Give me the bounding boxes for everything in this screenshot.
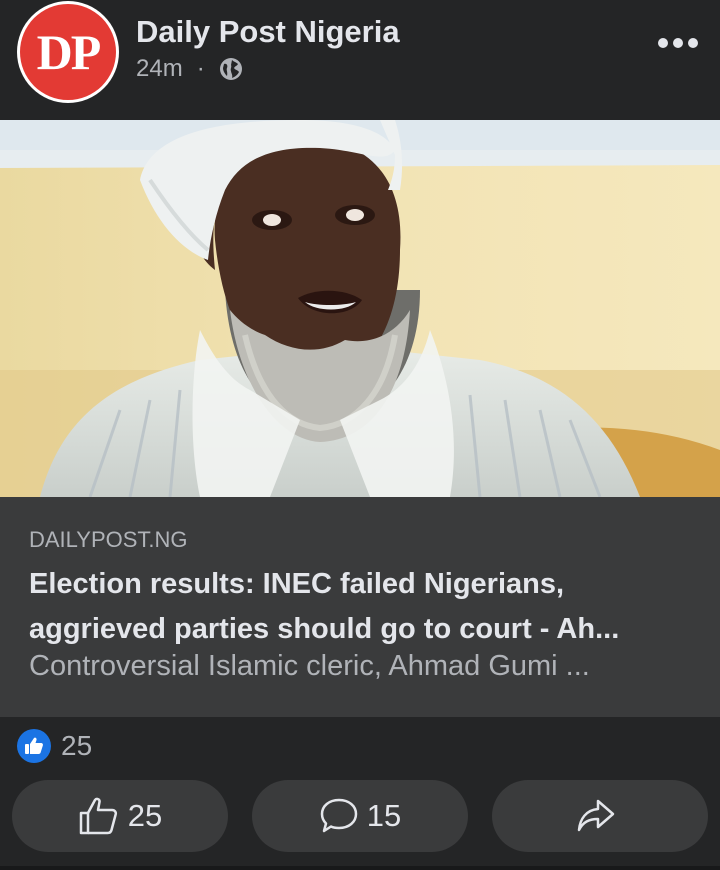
bottom-divider: [0, 866, 720, 870]
comment-button[interactable]: 15: [252, 780, 468, 852]
page-name[interactable]: Daily Post Nigeria: [136, 14, 400, 50]
like-reaction-icon: [17, 729, 51, 763]
reaction-summary[interactable]: 25: [17, 728, 92, 764]
globe-icon: [219, 58, 242, 80]
link-description: Controversial Islamic cleric, Ahmad Gumi…: [29, 650, 590, 682]
post-meta: 24m ·: [136, 55, 243, 83]
post-header: DP Daily Post Nigeria 24m ·: [0, 0, 720, 120]
post-time[interactable]: 24m: [136, 55, 183, 83]
like-count: 25: [127, 798, 163, 833]
share-icon: [577, 799, 615, 832]
more-options-button[interactable]: [655, 28, 701, 58]
link-domain: DAILYPOST.NG: [29, 527, 188, 552]
thumbs-up-icon: [79, 797, 117, 835]
like-button[interactable]: 25: [12, 780, 228, 852]
more-icon: [658, 38, 698, 48]
cleric-portrait-image: [0, 120, 720, 497]
meta-separator: ·: [196, 55, 205, 82]
link-preview[interactable]: DAILYPOST.NG Election results: INEC fail…: [0, 497, 720, 717]
share-button[interactable]: [492, 780, 708, 852]
reaction-count: 25: [61, 730, 93, 761]
page-avatar[interactable]: DP: [17, 1, 119, 103]
avatar-logo: DP: [20, 4, 116, 100]
link-headline: Election results: INEC failed Nigerians,…: [29, 568, 620, 645]
comment-count: 15: [366, 798, 402, 833]
article-photo[interactable]: [0, 120, 720, 497]
comment-icon: [320, 798, 357, 833]
